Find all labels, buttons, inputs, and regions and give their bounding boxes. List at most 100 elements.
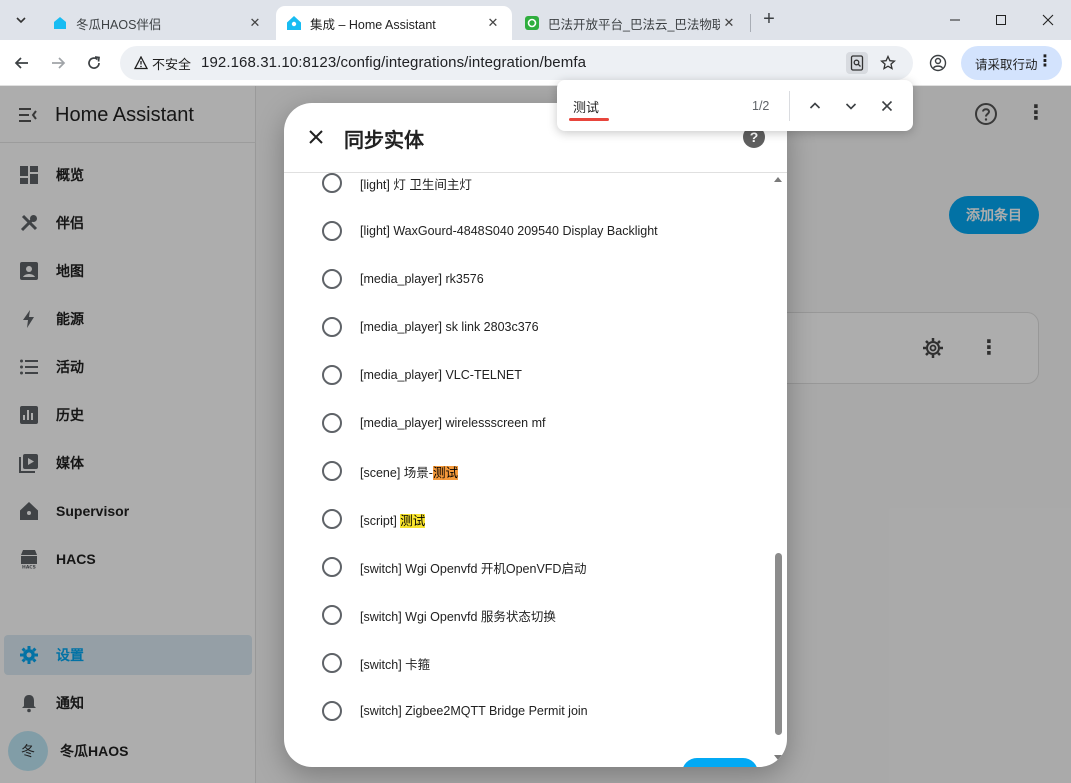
entity-option[interactable]: [switch] 卡箍	[284, 639, 772, 687]
ha-favicon-icon	[286, 15, 302, 31]
forward-button[interactable]	[46, 51, 70, 75]
tab-title: 冬瓜HAOS伴侣	[76, 17, 162, 32]
find-match-count: 1/2	[752, 99, 770, 113]
take-action-label: 请采取行动	[975, 57, 1038, 72]
divider	[789, 91, 790, 121]
more-vert-icon[interactable]: ⋮	[1037, 53, 1053, 71]
option-label: [media_player] wirelessscreen mf	[360, 416, 546, 430]
close-tab-icon[interactable]: ✕	[484, 14, 502, 32]
option-label: [media_player] VLC-TELNET	[360, 368, 522, 382]
scrollbar-thumb[interactable]	[775, 553, 782, 735]
find-previous-button[interactable]	[803, 94, 827, 118]
radio-button[interactable]	[322, 269, 342, 289]
maximize-button[interactable]	[978, 0, 1024, 40]
option-label: [light] WaxGourd-4848S040 209540 Display…	[360, 224, 658, 238]
submit-button[interactable]	[682, 758, 758, 767]
tab-divider	[750, 14, 751, 32]
sync-entities-dialog: 同步实体 ? [light] 灯 卫生间主灯 [light] WaxGourd-…	[284, 103, 787, 767]
chevron-down-icon	[845, 103, 857, 110]
radio-button[interactable]	[322, 701, 342, 721]
entity-option[interactable]: [media_player] VLC-TELNET	[284, 351, 772, 399]
close-tab-icon[interactable]: ✕	[720, 14, 738, 32]
security-label: 不安全	[152, 56, 192, 72]
option-label: [media_player] sk link 2803c376	[360, 320, 539, 334]
browser-tab-bar: 冬瓜HAOS伴侣 ✕ 集成 – Home Assistant ✕ 巴法开放平台_…	[0, 0, 1071, 40]
scroll-down-arrow-icon[interactable]	[774, 755, 782, 760]
address-bar[interactable]: 不安全 192.168.31.10:8123/config/integratio…	[120, 46, 913, 80]
scrollbar[interactable]	[773, 173, 785, 767]
reload-icon	[88, 56, 100, 69]
entity-option[interactable]: [light] WaxGourd-4848S040 209540 Display…	[284, 207, 772, 255]
ha-favicon-icon	[52, 15, 68, 31]
entity-option-list: [light] 灯 卫生间主灯 [light] WaxGourd-4848S04…	[284, 173, 772, 763]
radio-button[interactable]	[322, 557, 342, 577]
entity-option[interactable]: [media_player] sk link 2803c376	[284, 303, 772, 351]
tab-haos-companion[interactable]: 冬瓜HAOS伴侣 ✕	[42, 6, 274, 40]
option-label: [switch] 卡箍	[360, 657, 431, 672]
option-label: [script] 测试	[360, 513, 426, 528]
maximize-icon	[996, 15, 1006, 25]
tab-search-button[interactable]	[8, 8, 34, 32]
window-close-button[interactable]	[1025, 0, 1071, 40]
arrow-left-icon	[14, 57, 28, 69]
bemfa-favicon-icon	[524, 15, 540, 31]
option-label: [scene] 场景-测试	[360, 465, 458, 480]
tab-bemfa[interactable]: 巴法开放平台_巴法云_巴法物联 ✕	[514, 6, 748, 40]
find-match-current: 测试	[432, 465, 458, 480]
radio-button[interactable]	[322, 317, 342, 337]
close-tab-icon[interactable]: ✕	[246, 14, 264, 32]
bookmark-star-icon[interactable]	[877, 52, 899, 74]
back-button[interactable]	[10, 51, 34, 75]
radio-button[interactable]	[322, 173, 342, 193]
find-close-button[interactable]	[875, 94, 899, 118]
radio-button[interactable]	[322, 605, 342, 625]
entity-option[interactable]: [switch] Wgi Openvfd 服务状态切换	[284, 591, 772, 639]
entity-option[interactable]: [switch] Zigbee2MQTT Bridge Permit join	[284, 687, 772, 735]
profile-button[interactable]	[926, 51, 950, 75]
entity-option[interactable]: [light] 灯 卫生间主灯	[284, 173, 772, 207]
close-icon	[1042, 14, 1054, 26]
entity-option[interactable]: [media_player] wirelessscreen mf	[284, 399, 772, 447]
entity-option[interactable]: [script] 测试	[284, 495, 772, 543]
new-tab-button[interactable]: +	[758, 9, 780, 31]
find-in-page-icon[interactable]	[846, 52, 868, 74]
option-label: [switch] Wgi Openvfd 服务状态切换	[360, 609, 556, 624]
radio-button[interactable]	[322, 413, 342, 433]
warning-icon	[134, 56, 148, 70]
radio-button[interactable]	[322, 221, 342, 241]
find-input-underline	[569, 118, 609, 121]
reload-button[interactable]	[82, 51, 106, 75]
radio-button[interactable]	[322, 653, 342, 673]
entity-option[interactable]: [media_player] rk3576	[284, 255, 772, 303]
tab-title: 巴法开放平台_巴法云_巴法物联	[548, 17, 720, 32]
tab-title: 集成 – Home Assistant	[310, 17, 436, 32]
minimize-icon	[950, 19, 960, 21]
url-text[interactable]: 192.168.31.10:8123/config/integrations/i…	[201, 54, 586, 71]
minimize-button[interactable]	[932, 0, 978, 40]
entity-option[interactable]: [switch] Wgi Openvfd 开机OpenVFD启动	[284, 543, 772, 591]
take-action-button[interactable]: 请采取行动 ⋮	[961, 46, 1062, 80]
option-label: [media_player] rk3576	[360, 272, 484, 286]
chevron-up-icon	[809, 102, 821, 109]
close-icon[interactable]	[304, 125, 328, 149]
arrow-right-icon	[52, 57, 66, 69]
scroll-up-arrow-icon[interactable]	[774, 177, 782, 182]
tab-integrations[interactable]: 集成 – Home Assistant ✕	[276, 6, 512, 40]
option-label: [switch] Zigbee2MQTT Bridge Permit join	[360, 704, 588, 718]
chevron-down-icon	[16, 17, 26, 24]
security-chip[interactable]: 不安全	[128, 52, 197, 74]
option-label: [light] 灯 卫生间主灯	[360, 177, 472, 192]
browser-toolbar: 不安全 192.168.31.10:8123/config/integratio…	[0, 40, 1071, 86]
account-circle-icon	[929, 54, 947, 72]
find-in-page-bar: 测试 1/2	[557, 80, 913, 131]
find-next-button[interactable]	[839, 94, 863, 118]
option-label: [switch] Wgi Openvfd 开机OpenVFD启动	[360, 561, 587, 576]
radio-button[interactable]	[322, 509, 342, 529]
radio-button[interactable]	[322, 365, 342, 385]
close-icon	[881, 100, 893, 112]
radio-button[interactable]	[322, 461, 342, 481]
find-input[interactable]: 测试	[573, 97, 599, 116]
find-match: 测试	[400, 513, 426, 528]
entity-option[interactable]: [scene] 场景-测试	[284, 447, 772, 495]
dialog-title: 同步实体	[344, 130, 424, 152]
